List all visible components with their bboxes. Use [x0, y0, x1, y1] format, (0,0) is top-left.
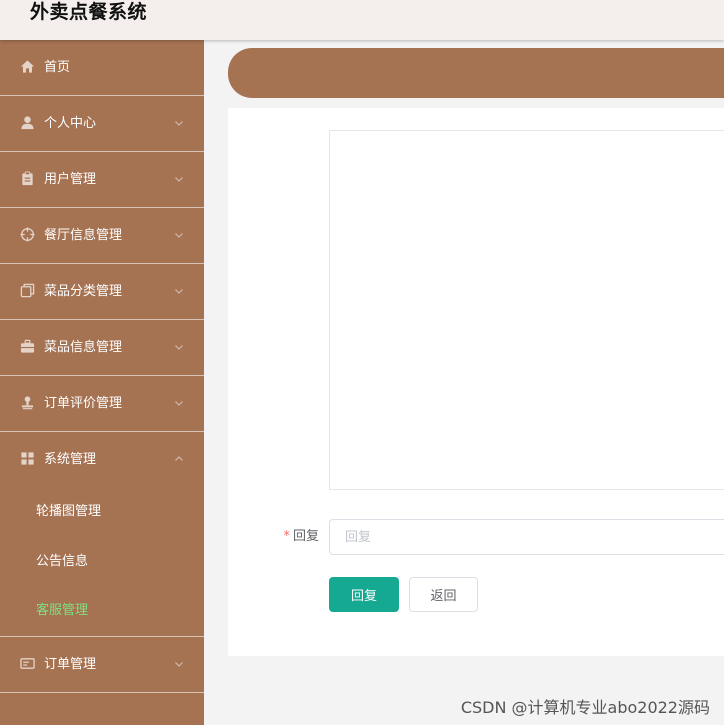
briefcase-icon — [20, 339, 35, 354]
chevron-down-icon — [174, 118, 184, 128]
top-header: 外卖点餐系统 — [0, 0, 724, 40]
chevron-down-icon — [174, 398, 184, 408]
submenu-item-customer-service[interactable]: 客服管理 — [0, 586, 204, 636]
crosshair-icon — [20, 227, 35, 242]
sidebar-item-label: 餐厅信息管理 — [44, 228, 123, 243]
reply-label: * 回复 — [255, 519, 319, 555]
sidebar-item-dish-category[interactable]: 菜品分类管理 — [0, 264, 204, 320]
user-icon — [20, 115, 35, 130]
sidebar-item-label: 订单管理 — [44, 656, 97, 672]
sidebar-item-restaurant-info[interactable]: 餐厅信息管理 — [0, 208, 204, 264]
back-button[interactable]: 返回 — [409, 577, 478, 612]
sidebar-item-label: 订单评价管理 — [44, 396, 123, 411]
reply-input[interactable] — [329, 519, 724, 555]
sidebar-menu: 首页 个人中心 用户管理 餐厅信息管理 菜品分类管理 菜品信息管理 订单评价管理… — [0, 40, 204, 725]
stamp-icon — [20, 395, 35, 410]
reply-submit-button[interactable]: 回复 — [329, 577, 399, 612]
home-icon — [20, 59, 35, 74]
sidebar-item-label: 菜品信息管理 — [44, 340, 123, 355]
chevron-down-icon — [174, 342, 184, 352]
watermark: CSDN @计算机专业abo2022源码 — [460, 698, 710, 717]
clipboard-icon — [20, 171, 35, 186]
submenu-item-announcements[interactable]: 公告信息 — [0, 537, 204, 587]
sidebar-item-order-review[interactable]: 订单评价管理 — [0, 376, 204, 432]
breadcrumb-bar — [228, 48, 724, 98]
grid-icon — [20, 451, 35, 466]
chevron-down-icon — [174, 286, 184, 296]
chevron-down-icon — [174, 174, 184, 184]
copy-icon — [20, 283, 35, 298]
sidebar-item-label: 系统管理 — [44, 452, 97, 467]
sidebar-item-user-management[interactable]: 用户管理 — [0, 152, 204, 208]
system-submenu: 轮播图管理 公告信息 客服管理 — [0, 487, 204, 637]
chevron-down-icon — [174, 659, 184, 669]
app-title: 外卖点餐系统 — [30, 1, 148, 23]
sidebar-item-label: 首页 — [44, 60, 71, 75]
message-content-box — [329, 130, 724, 490]
sidebar-item-system-management[interactable]: 系统管理 — [0, 432, 204, 487]
ticket-icon — [20, 656, 35, 671]
sidebar-item-label: 菜品分类管理 — [44, 284, 123, 299]
required-mark: * — [283, 529, 290, 544]
reply-label-text: 回复 — [292, 529, 319, 544]
sidebar-item-home[interactable]: 首页 — [0, 40, 204, 96]
chevron-down-icon — [174, 230, 184, 240]
submenu-item-carousel[interactable]: 轮播图管理 — [0, 487, 204, 537]
chevron-up-icon — [174, 454, 184, 464]
sidebar-item-personal-center[interactable]: 个人中心 — [0, 96, 204, 152]
sidebar-item-dish-info[interactable]: 菜品信息管理 — [0, 320, 204, 376]
sidebar-item-label: 用户管理 — [44, 172, 97, 187]
sidebar-item-label: 个人中心 — [44, 116, 97, 131]
sidebar-item-order-management[interactable]: 订单管理 — [0, 637, 204, 693]
